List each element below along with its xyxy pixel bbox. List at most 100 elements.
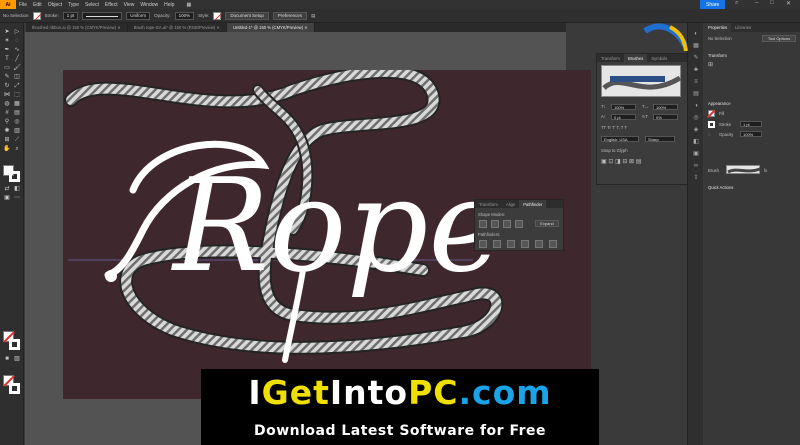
menu-window[interactable]: Window [137, 2, 161, 8]
gradient-mode-icon[interactable]: ▨ [13, 356, 21, 363]
menu-select[interactable]: Select [82, 2, 102, 8]
appearance-panel-icon[interactable]: ◎ [692, 115, 700, 122]
share-button[interactable]: Share [700, 0, 726, 9]
menu-type[interactable]: Type [65, 2, 82, 8]
symbol-sprayer-icon[interactable]: ✺ [3, 128, 11, 135]
blend-tool-icon[interactable]: ◎ [13, 119, 21, 126]
paintbrush-icon[interactable]: 🖌 [13, 65, 21, 72]
stroke-color-icon[interactable] [9, 339, 20, 350]
snap-options-icons[interactable]: ▣ ⊡ ◨ ⊟ ⊠ ▤ [601, 158, 641, 165]
minus-back-icon[interactable] [549, 240, 557, 248]
tab-symbols[interactable]: Symbols [647, 54, 671, 62]
outline-icon[interactable] [535, 240, 543, 248]
close-icon[interactable]: ✕ [786, 0, 791, 7]
menu-help[interactable]: Help [161, 2, 177, 8]
scale-tool-icon[interactable]: ⤢ [13, 83, 21, 90]
tool-options-button[interactable]: Tool Options [762, 35, 796, 42]
menu-edit[interactable]: Edit [30, 2, 45, 8]
slice-tool-icon[interactable]: ⟋ [13, 137, 21, 144]
links-panel-icon[interactable]: ∞ [692, 163, 700, 170]
layers-panel-icon[interactable]: ◧ [692, 139, 700, 146]
fx-button[interactable]: fx [764, 168, 767, 173]
tab-libraries[interactable]: Libraries [731, 23, 755, 32]
brushes-panel-icon[interactable]: ✎ [692, 55, 700, 62]
vertical-scale-field[interactable]: 100% [611, 104, 636, 110]
swap-colors-icon[interactable]: ⇄ [3, 186, 11, 193]
gradient-panel-icon[interactable]: ▤ [692, 91, 700, 98]
merge-icon[interactable] [507, 240, 515, 248]
free-transform-icon[interactable]: ⬚ [13, 92, 21, 99]
graphic-style-swatch[interactable] [213, 11, 222, 20]
shape-builder-icon[interactable]: ◍ [3, 101, 11, 108]
artboard-tool-icon[interactable]: ⊞ [3, 137, 11, 144]
rectangle-tool-icon[interactable]: ▭ [3, 65, 11, 72]
rope-script-text[interactable]: Rope [171, 152, 504, 301]
brush-definition[interactable]: Uniform [126, 11, 151, 20]
doc-tab-2[interactable]: Brush rope-GA.ai* @ 150 % (RGB/Preview) … [128, 23, 227, 32]
arrange-icon[interactable]: ▤ [311, 13, 315, 19]
eraser-icon[interactable]: ◫ [13, 74, 21, 81]
workspace-icon[interactable]: ▦ [183, 2, 194, 8]
stroke-weight-field[interactable]: 1 pt [62, 11, 79, 20]
eyedropper-icon[interactable]: ⚲ [3, 119, 11, 126]
selection-tool-icon[interactable]: ➤ [3, 29, 11, 36]
hand-tool-icon[interactable]: ✋ [3, 146, 11, 153]
width-tool-icon[interactable]: ⋈ [3, 92, 11, 99]
menu-file[interactable]: File [16, 2, 30, 8]
menu-view[interactable]: View [121, 2, 138, 8]
type-style-icons[interactable]: TT Tr T' T, T Ŧ [601, 125, 627, 130]
symbols-panel-icon[interactable]: ♣ [692, 67, 700, 74]
unite-icon[interactable] [479, 220, 487, 228]
stroke-panel-icon[interactable]: ≡ [692, 79, 700, 86]
tab-properties[interactable]: Properties [704, 23, 732, 32]
type-tool-icon[interactable]: T [3, 56, 11, 63]
tab-brushes[interactable]: Brushes [623, 54, 648, 62]
tab-transform[interactable]: Transform [475, 200, 502, 208]
stroke-swatch[interactable] [708, 121, 715, 128]
color-mode-icon[interactable]: ■ [3, 356, 11, 363]
exclude-icon[interactable] [515, 220, 523, 228]
fill-swatch[interactable] [32, 11, 41, 20]
curvature-tool-icon[interactable]: ∿ [13, 47, 21, 54]
column-graph-icon[interactable]: ▥ [13, 128, 21, 135]
pen-tool-icon[interactable]: ✒ [3, 47, 11, 54]
horizontal-scale-field[interactable]: 100% [653, 104, 678, 110]
magic-wand-icon[interactable]: ✶ [3, 38, 11, 45]
artboards-panel-icon[interactable]: ▣ [692, 151, 700, 158]
tab-transform[interactable]: Transform [597, 54, 624, 62]
menu-object[interactable]: Object [45, 2, 65, 8]
perspective-grid-icon[interactable]: ▦ [13, 101, 21, 108]
document-setup-button[interactable]: Document Setup [225, 11, 269, 20]
brush-dropdown[interactable] [726, 165, 761, 174]
crop-icon[interactable] [521, 240, 529, 248]
tab-align[interactable]: Align [502, 200, 519, 208]
tab-pathfinder[interactable]: Pathfinder [519, 200, 547, 208]
intersect-icon[interactable] [503, 220, 511, 228]
anti-aliasing-dropdown[interactable]: Sharp [645, 136, 675, 142]
asset-export-icon[interactable]: ⇪ [692, 175, 700, 182]
zoom-tool-icon[interactable]: ⌕ [13, 146, 21, 153]
minus-front-icon[interactable] [491, 220, 499, 228]
swatches-panel-icon[interactable]: ▦ [692, 43, 700, 50]
graphic-styles-icon[interactable]: ◈ [692, 127, 700, 134]
doc-tab-1[interactable]: thrushed ribbon.ai @ 150 % (CMYK/Preview… [26, 23, 128, 32]
stroke-color-icon[interactable] [9, 171, 20, 182]
opacity-field[interactable]: 100% [174, 11, 195, 20]
expand-button[interactable]: Expand [535, 220, 559, 227]
transparency-panel-icon[interactable]: ◑ [692, 103, 700, 110]
preferences-button[interactable]: Preferences [272, 11, 308, 20]
transform-reference-icon[interactable]: ⊞ [708, 61, 713, 68]
baseline-shift-field[interactable]: 0 pt [611, 114, 636, 120]
maximize-icon[interactable]: □ [770, 0, 774, 6]
rotation-field[interactable]: 0% [653, 114, 678, 120]
variable-width-profile[interactable] [82, 11, 123, 20]
menu-effect[interactable]: Effect [102, 2, 121, 8]
pencil-icon[interactable]: ✎ [3, 74, 11, 81]
screen-mode-icon[interactable]: ▣ [3, 195, 11, 202]
rotate-tool-icon[interactable]: ↻ [3, 83, 11, 90]
draw-mode-icon[interactable]: ◧ [13, 186, 21, 193]
stroke-weight-field[interactable]: 1 pt [740, 121, 762, 127]
minimize-icon[interactable]: – [755, 0, 758, 6]
lasso-icon[interactable]: ◌ [13, 38, 21, 45]
direct-selection-tool-icon[interactable]: ▷ [13, 29, 21, 36]
